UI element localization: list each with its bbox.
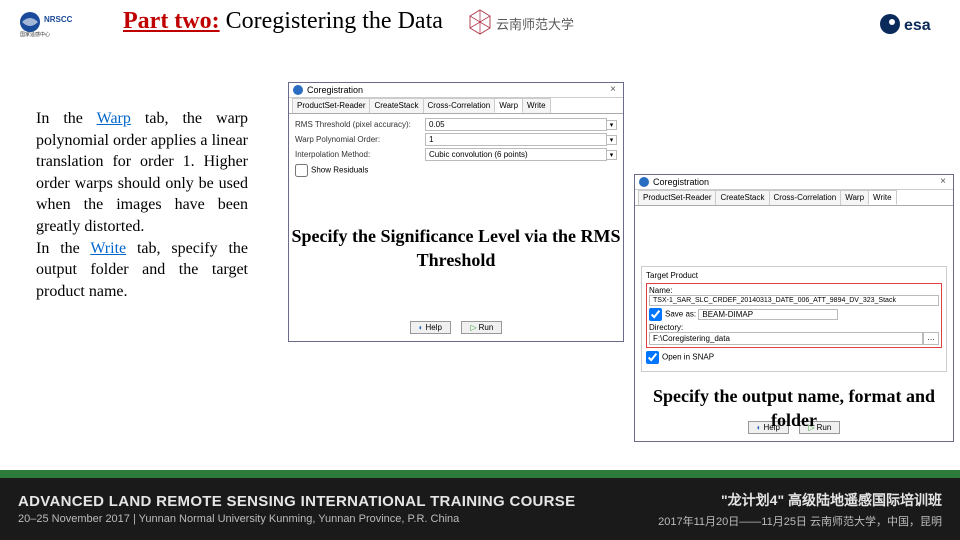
- poly-label: Warp Polynomial Order:: [295, 135, 425, 144]
- tab-crosscorr[interactable]: Cross-Correlation: [769, 190, 842, 205]
- target-section-label: Target Product: [646, 271, 942, 280]
- page-title: Part two: Coregistering the Data: [123, 8, 443, 35]
- esa-logo: esa: [878, 8, 942, 40]
- rms-input[interactable]: 0.05: [425, 118, 607, 131]
- part-subtitle: Coregistering the Data: [220, 8, 443, 34]
- close-icon[interactable]: ×: [607, 85, 619, 97]
- dir-input[interactable]: F:\Coregistering_data: [649, 332, 923, 345]
- tab-productset[interactable]: ProductSet-Reader: [292, 98, 370, 113]
- rms-label: RMS Threshold (pixel accuracy):: [295, 120, 425, 129]
- ynnu-text: 云南师范大学: [496, 14, 574, 33]
- saveas-checkbox[interactable]: [649, 308, 662, 321]
- footer-course-sub: 20–25 November 2017 | Yunnan Normal Univ…: [18, 513, 575, 525]
- tab-warp[interactable]: Warp: [840, 190, 869, 205]
- tab-write[interactable]: Write: [522, 98, 551, 113]
- tab-createstack[interactable]: CreateStack: [715, 190, 769, 205]
- svg-text:NRSCC: NRSCC: [44, 15, 73, 24]
- play-icon: ▷: [470, 323, 476, 332]
- ynnu-logo: [468, 8, 492, 36]
- open-checkbox[interactable]: [646, 351, 659, 364]
- footer: ADVANCED LAND REMOTE SENSING INTERNATION…: [0, 470, 960, 540]
- name-input[interactable]: TSX-1_SAR_SLC_CRDEF_20140313_DATE_006_AT…: [649, 295, 939, 306]
- annotation-output: Specify the output name, format and fold…: [634, 384, 954, 433]
- footer-course-title: ADVANCED LAND REMOTE SENSING INTERNATION…: [18, 493, 575, 510]
- dialog-tabs: ProductSet-Reader CreateStack Cross-Corr…: [635, 190, 953, 206]
- dialog-title: Coregistration: [653, 177, 709, 187]
- footer-course-title-cn: "龙计划4" 高级陆地遥感国际培训班: [658, 490, 942, 510]
- chevron-down-icon[interactable]: ▾: [607, 135, 617, 145]
- coregistration-dialog-warp: Coregistration × ProductSet-Reader Create…: [288, 82, 624, 342]
- body-paragraph: In the Warp tab, the warp polynomial ord…: [36, 108, 248, 302]
- chevron-down-icon[interactable]: ▾: [607, 120, 617, 130]
- help-icon: ◐: [419, 323, 424, 332]
- name-label: Name:: [649, 286, 939, 295]
- close-icon[interactable]: ×: [937, 177, 949, 189]
- tab-productset[interactable]: ProductSet-Reader: [638, 190, 716, 205]
- tab-createstack[interactable]: CreateStack: [369, 98, 423, 113]
- nrscc-logo: NRSCC 国家遥感中心: [18, 10, 98, 38]
- tab-write[interactable]: Write: [868, 190, 897, 205]
- interp-label: Interpolation Method:: [295, 150, 425, 159]
- interp-input[interactable]: Cubic convolution (6 points): [425, 148, 607, 161]
- footer-course-sub-cn: 2017年11月20日——11月25日 云南师范大学，中国，昆明: [658, 513, 942, 529]
- tab-crosscorr[interactable]: Cross-Correlation: [423, 98, 496, 113]
- dialog-tabs: ProductSet-Reader CreateStack Cross-Corr…: [289, 98, 623, 114]
- part-label: Part two:: [123, 8, 220, 34]
- app-icon: [639, 177, 649, 187]
- show-residuals-checkbox[interactable]: Show Residuals: [295, 164, 617, 177]
- chevron-down-icon[interactable]: ▾: [607, 150, 617, 160]
- format-select[interactable]: BEAM-DIMAP: [698, 309, 838, 320]
- svg-text:国家遥感中心: 国家遥感中心: [20, 31, 50, 38]
- browse-button[interactable]: …: [923, 332, 939, 345]
- warp-link: Warp: [97, 110, 131, 127]
- app-icon: [293, 85, 303, 95]
- svg-text:esa: esa: [904, 17, 931, 34]
- tab-warp[interactable]: Warp: [494, 98, 523, 113]
- annotation-rms: Specify the Significance Level via the R…: [288, 224, 624, 273]
- help-button[interactable]: ◐Help: [410, 321, 451, 334]
- write-link: Write: [90, 240, 126, 257]
- dir-label: Directory:: [649, 323, 939, 332]
- dialog-title: Coregistration: [307, 85, 363, 95]
- run-button[interactable]: ▷Run: [461, 321, 502, 334]
- poly-input[interactable]: 1: [425, 133, 607, 146]
